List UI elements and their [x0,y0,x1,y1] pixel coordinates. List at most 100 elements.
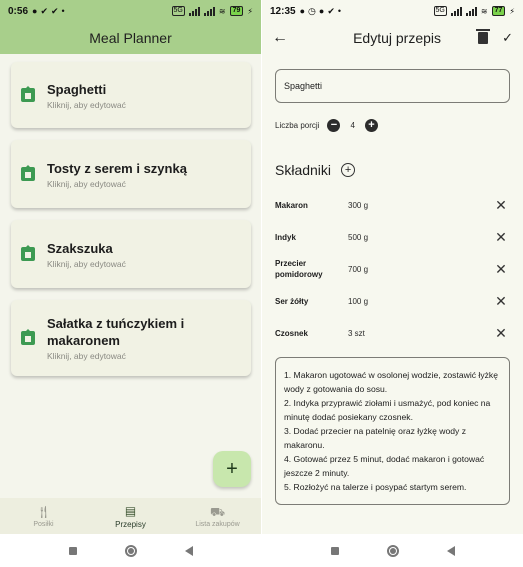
signal-icon [450,6,462,16]
recents-icon[interactable] [330,546,339,555]
portions-value: 4 [350,121,355,130]
nav-item-shopping-list[interactable]: ⛟ Lista zakupów [174,498,261,534]
nav-item-meals[interactable]: 🍴︎ Posiłki [0,498,87,534]
nav-item-recipes[interactable]: ▤ Przepisy [87,498,174,534]
notification-icons: ● ◷ ● ✔ • [300,6,341,17]
system-navigation [262,534,523,567]
ingredient-quantity[interactable]: 700 g [348,265,494,274]
ingredient-quantity[interactable]: 500 g [348,233,494,242]
remove-ingredient-icon[interactable]: ✕ [494,325,508,342]
signal-icon [188,6,200,16]
ingredient-row: Indyk 500 g ✕ [275,221,508,253]
wifi-icon: ≋ [218,6,226,16]
notification-icon: ● [32,6,38,16]
status-time: 12:35 [270,5,296,17]
recipe-title: Tosty z serem i szynką [47,160,187,176]
ingredients-header: Składniki + [275,162,356,178]
home-button-icon[interactable] [386,544,399,557]
save-check-icon[interactable]: ✓ [502,30,513,46]
home-button-icon[interactable] [124,544,137,557]
step-text: 1. Makaron ugotować w osolonej wodzie, z… [284,370,498,394]
ingredient-quantity[interactable]: 300 g [348,201,494,210]
ingredient-name: Przecier pomidorowy [275,259,323,279]
recipe-name-input[interactable]: Spaghetti [275,69,510,103]
signal-icon [203,6,215,16]
ingredient-row: Czosnek 3 szt ✕ [275,317,508,349]
ingredient-row: Ser żółty 100 g ✕ [275,285,508,317]
recipe-text: Spaghetti Kliknij, aby edytować [47,81,126,110]
bottom-navigation: 🍴︎ Posiłki ▤ Przepisy ⛟ Lista zakupów [0,498,261,534]
ingredient-row: Przecier pomidorowy 700 g ✕ [275,253,508,285]
back-icon[interactable] [184,545,193,556]
recipe-text: Szakszuka Kliknij, aby edytować [47,240,126,269]
recipe-text: Sałatka z tuńczykiem i makaronem Kliknij… [47,315,217,361]
notification-icon: ● [299,6,306,16]
remove-ingredient-icon[interactable]: ✕ [494,293,508,310]
edit-recipe-screen: 12:35 ● ◷ ● ✔ • 5G ≋ 77 ⚡ ← Edytuj przep… [262,0,523,567]
status-time: 0:56 [8,5,29,17]
charging-icon: ⚡ [509,6,515,16]
recipe-card[interactable]: Sałatka z tuńczykiem i makaronem Kliknij… [11,300,251,376]
step-text: 5. Rozłożyć na talerze i posypać startym… [284,482,467,492]
page-title: Meal Planner [89,30,172,46]
ingredient-name: Ser żółty [275,296,309,306]
nav-label: Przepisy [115,519,146,529]
system-icons: 5G ≋ 79 ⚡ [171,6,253,16]
ingredients-list: Makaron 300 g ✕ Indyk 500 g ✕ Przecier p… [275,189,508,349]
recipe-card[interactable]: Tosty z serem i szynką Kliknij, aby edyt… [11,140,251,208]
remove-ingredient-icon[interactable]: ✕ [494,197,508,214]
recents-icon[interactable] [68,546,77,555]
increase-portions-button[interactable]: + [364,119,378,132]
plus-icon: + [226,457,238,480]
ingredient-name: Czosnek [275,328,308,338]
app-bar: Meal Planner [0,22,261,54]
sim-icon: 5G [433,6,447,16]
notification-icons: ● ✔ ✔ • [32,6,65,17]
dot-icon: • [61,6,65,16]
battery-icon: 79 [229,6,244,16]
charging-icon: ⚡ [247,6,253,16]
add-ingredient-icon[interactable]: + [341,163,356,177]
basket-icon: ⛟ [209,504,226,519]
ingredient-quantity[interactable]: 100 g [348,297,494,306]
back-icon[interactable] [446,545,455,556]
back-arrow-icon[interactable]: ← [272,29,296,47]
system-icons: 5G ≋ 77 ⚡ [433,6,515,16]
decrease-portions-button[interactable]: − [327,119,341,132]
wifi-icon: ≋ [480,6,488,16]
check-icon: ✔ [40,5,48,16]
recipe-subtitle: Kliknij, aby edytować [47,351,126,361]
ingredients-title: Składniki [275,162,332,178]
home-icon [21,86,35,102]
recipe-list: Spaghetti Kliknij, aby edytować Tosty z … [11,62,251,388]
status-bar: 12:35 ● ◷ ● ✔ • 5G ≋ 77 ⚡ [262,0,523,22]
recipe-title: Sałatka z tuńczykiem i makaronem [47,316,185,348]
portions-label: Liczba porcji [275,121,320,130]
recipe-title: Spaghetti [47,81,107,97]
ingredient-quantity[interactable]: 3 szt [348,329,494,338]
remove-ingredient-icon[interactable]: ✕ [494,229,508,246]
app-bar-actions: ✓ [476,29,513,46]
system-navigation [0,534,261,567]
meal-planner-screen: 0:56 ● ✔ ✔ • 5G ≋ 79 ⚡ Meal Planner Spag… [0,0,261,567]
nav-label: Lista zakupów [195,520,240,528]
ingredient-name: Makaron [275,200,308,210]
home-icon [21,165,35,181]
delete-icon[interactable] [476,29,491,44]
page-title: Edytuj przepis [353,30,442,46]
add-recipe-button[interactable]: + [213,451,251,487]
recipe-text: Tosty z serem i szynką Kliknij, aby edyt… [47,160,187,189]
remove-ingredient-icon[interactable]: ✕ [494,261,508,278]
recipe-subtitle: Kliknij, aby edytować [47,258,126,269]
preparation-steps-input[interactable]: 1. Makaron ugotować w osolonej wodzie, z… [275,357,510,505]
battery-icon: 77 [491,6,506,16]
battery-level: 79 [232,7,241,14]
sim-icon: 5G [171,6,185,16]
home-icon [21,329,35,345]
status-bar: 0:56 ● ✔ ✔ • 5G ≋ 79 ⚡ [0,0,261,22]
recipe-card[interactable]: Szakszuka Kliknij, aby edytować [11,220,251,288]
portions-stepper: Liczba porcji − 4 + [275,119,378,132]
recipe-card[interactable]: Spaghetti Kliknij, aby edytować [11,62,251,128]
check-icon: ✔ [51,5,59,16]
step-text: 4. Gotować przez 5 minut, dodać makaron … [284,454,485,478]
